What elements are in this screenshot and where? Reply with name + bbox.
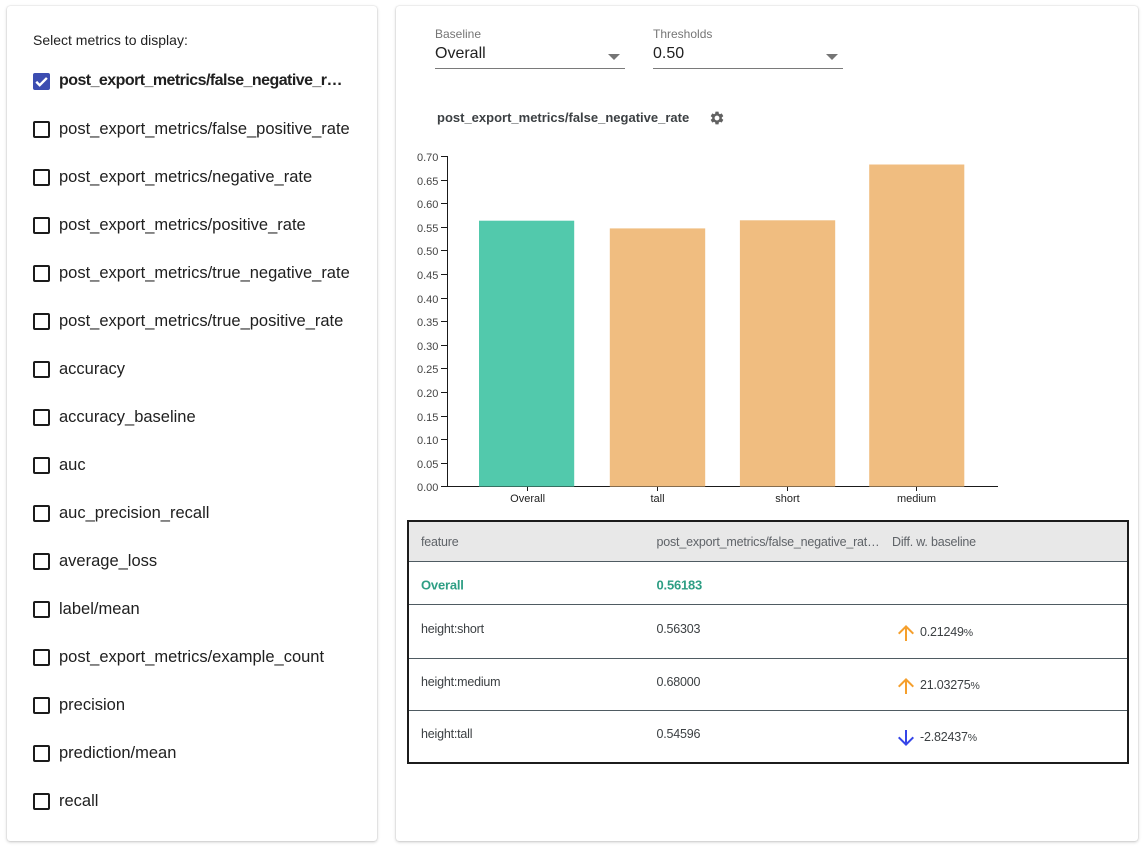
svg-text:0.10: 0.10 [417, 435, 438, 447]
svg-text:medium: medium [897, 493, 936, 505]
svg-text:0.20: 0.20 [417, 388, 438, 400]
svg-text:0.25: 0.25 [417, 364, 438, 376]
svg-text:0.00: 0.00 [417, 482, 438, 494]
svg-text:0.60: 0.60 [417, 199, 438, 211]
svg-text:0.05: 0.05 [417, 459, 438, 471]
svg-text:0.45: 0.45 [417, 270, 438, 282]
svg-text:0.15: 0.15 [417, 412, 438, 424]
svg-text:0.50: 0.50 [417, 246, 438, 258]
svg-text:0.65: 0.65 [417, 176, 438, 188]
svg-text:short: short [775, 493, 799, 505]
svg-text:0.35: 0.35 [417, 317, 438, 329]
svg-text:0.70: 0.70 [417, 152, 438, 164]
svg-text:Overall: Overall [510, 493, 545, 505]
svg-text:0.30: 0.30 [417, 341, 438, 353]
svg-text:0.40: 0.40 [417, 294, 438, 306]
svg-text:0.55: 0.55 [417, 223, 438, 235]
svg-text:tall: tall [650, 493, 664, 505]
